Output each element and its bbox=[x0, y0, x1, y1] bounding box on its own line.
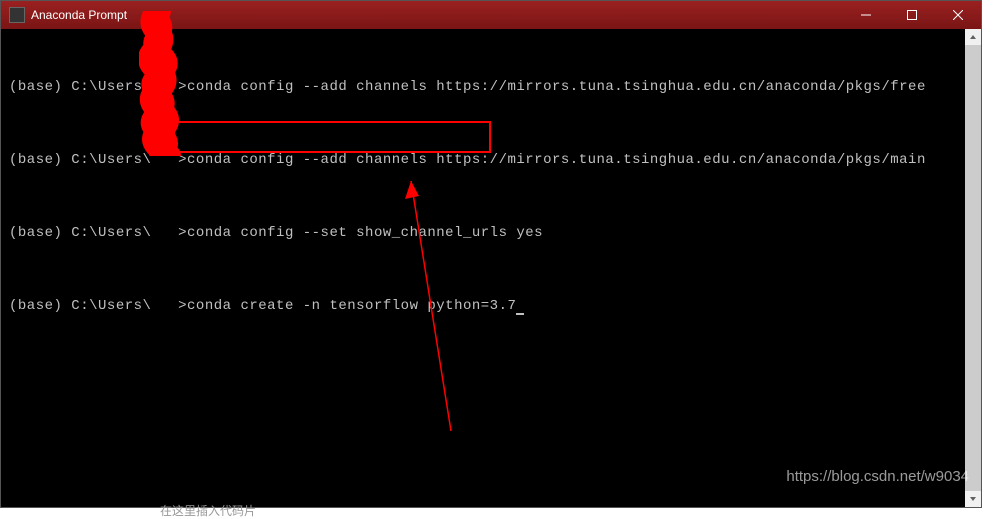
app-icon bbox=[9, 7, 25, 23]
prompt: (base) C:\Users\ > bbox=[9, 298, 187, 314]
scroll-thumb[interactable] bbox=[965, 29, 981, 507]
cursor bbox=[516, 313, 524, 315]
maximize-button[interactable] bbox=[889, 1, 935, 29]
terminal-body[interactable]: (base) C:\Users\ >conda config --add cha… bbox=[1, 29, 981, 507]
command-text: conda config --add channels https://mirr… bbox=[187, 152, 926, 168]
terminal-window: Anaconda Prompt (base) C:\Users\ >conda … bbox=[0, 0, 982, 508]
bottom-hint-text: 在这里插入代码片 bbox=[160, 502, 256, 519]
prompt: (base) C:\Users\ > bbox=[9, 152, 187, 168]
scroll-down-button[interactable] bbox=[965, 491, 981, 507]
command-text: conda config --set show_channel_urls yes bbox=[187, 225, 543, 241]
prompt: (base) C:\Users\ > bbox=[9, 79, 187, 95]
window-title: Anaconda Prompt bbox=[31, 8, 843, 22]
close-button[interactable] bbox=[935, 1, 981, 29]
window-controls bbox=[843, 1, 981, 29]
terminal-line: (base) C:\Users\ >conda create -n tensor… bbox=[9, 296, 973, 317]
minimize-button[interactable] bbox=[843, 1, 889, 29]
scrollbar[interactable] bbox=[965, 29, 981, 507]
command-text: conda create -n tensorflow python=3.7 bbox=[187, 298, 516, 314]
command-text: conda config --add channels https://mirr… bbox=[187, 79, 926, 95]
prompt: (base) C:\Users\ > bbox=[9, 225, 187, 241]
titlebar[interactable]: Anaconda Prompt bbox=[1, 1, 981, 29]
terminal-line: (base) C:\Users\ >conda config --set sho… bbox=[9, 223, 973, 244]
terminal-line: (base) C:\Users\ >conda config --add cha… bbox=[9, 150, 973, 171]
scroll-up-button[interactable] bbox=[965, 29, 981, 45]
terminal-line: (base) C:\Users\ >conda config --add cha… bbox=[9, 77, 973, 98]
